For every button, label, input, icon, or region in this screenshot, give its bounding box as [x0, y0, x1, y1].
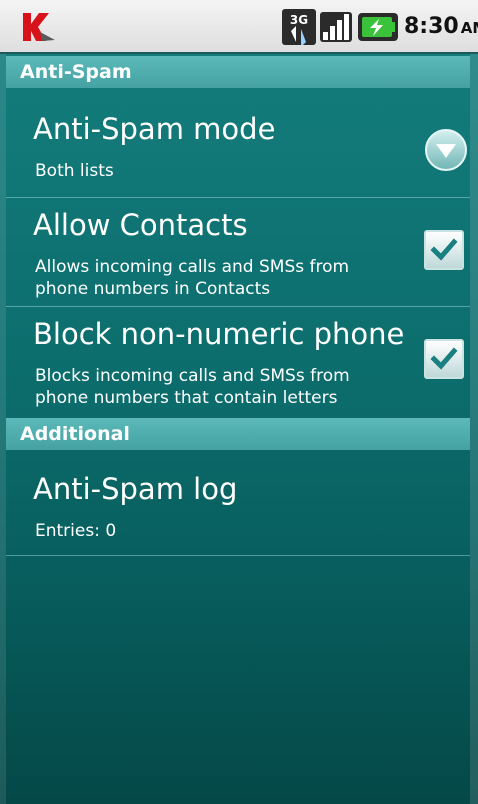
clock-time: 8:30 [404, 14, 459, 39]
pref-summary: Blocks incoming calls and SMSs from phon… [35, 366, 350, 408]
pref-allow-contacts[interactable]: Allow Contacts Allows incoming calls and… [6, 198, 470, 306]
section-header-anti-spam: Anti-Spam [6, 56, 470, 88]
pref-summary: Allows incoming calls and SMSs from phon… [35, 257, 350, 299]
settings-list: Anti-Spam Anti-Spam mode Both lists Allo… [0, 54, 478, 804]
block-non-numeric-checkbox[interactable] [424, 339, 464, 379]
edge-highlight-right [470, 54, 478, 804]
clock-ampm: AM [460, 19, 478, 37]
pref-anti-spam-mode[interactable]: Anti-Spam mode Both lists [6, 88, 470, 196]
pref-title: Allow Contacts [33, 208, 248, 242]
pref-summary: Both lists [35, 161, 114, 181]
pref-block-non-numeric[interactable]: Block non-numeric phone Blocks incoming … [6, 307, 470, 417]
network-type-label: 3G [290, 13, 308, 27]
pref-anti-spam-log[interactable]: Anti-Spam log Entries: 0 [6, 450, 470, 554]
signal-strength-icon [320, 12, 352, 42]
clock: 8:30AM [404, 14, 478, 39]
battery-charging-icon [358, 13, 398, 41]
kaspersky-logo-icon [23, 13, 55, 41]
checkmark-icon [430, 347, 458, 370]
pref-summary: Entries: 0 [35, 521, 117, 541]
allow-contacts-checkbox[interactable] [424, 230, 464, 270]
status-bar: 3G 8:30AM [0, 0, 478, 54]
screen: 3G 8:30AM Anti-Spam Anti-Spam mo [0, 0, 478, 804]
pref-title: Block non-numeric phone [33, 317, 405, 351]
chevron-down-icon[interactable] [424, 128, 468, 172]
3g-data-icon: 3G [282, 9, 316, 45]
divider [6, 555, 470, 556]
pref-title: Anti-Spam log [33, 472, 238, 506]
pref-title: Anti-Spam mode [33, 112, 276, 146]
section-header-additional: Additional [6, 418, 470, 450]
checkmark-icon [430, 238, 458, 261]
